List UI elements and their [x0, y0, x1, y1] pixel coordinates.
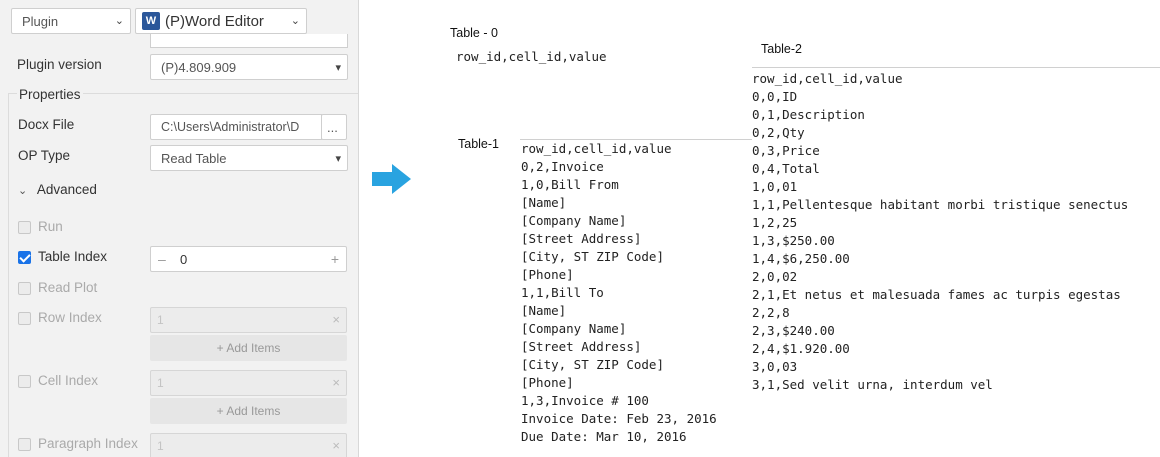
advanced-label: Advanced: [36, 182, 97, 197]
plugin-select-value: (P)Word Editor: [165, 12, 264, 30]
op-type-label: OP Type: [18, 148, 71, 163]
cell-index-input[interactable]: 1 ×: [150, 370, 347, 396]
increment-button[interactable]: +: [331, 251, 339, 267]
table-2-output: row_id,cell_id,value 0,0,ID 0,1,Descript…: [752, 71, 1129, 392]
cell-index-checkbox[interactable]: [18, 375, 31, 388]
chevron-down-icon: ⌄: [114, 15, 124, 27]
run-checkbox[interactable]: [18, 221, 31, 234]
browse-button[interactable]: ...: [321, 114, 347, 140]
plugin-select[interactable]: W (P)Word Editor ⌄: [135, 8, 307, 34]
plugin-version-value: (P)4.809.909: [161, 59, 237, 75]
cell-index-value: 1: [157, 376, 164, 390]
add-items-label: + Add Items: [216, 341, 281, 355]
run-label: Run: [38, 219, 63, 234]
read-plot-checkbox[interactable]: [18, 282, 31, 295]
right-arrow-icon: [372, 164, 411, 194]
op-type-value: Read Table: [161, 150, 227, 166]
plugin-version-label: Plugin version: [17, 57, 102, 72]
table-1-title: Table-1: [458, 137, 499, 151]
paragraph-index-label: Paragraph Index: [38, 436, 138, 451]
table-1-output: row_id,cell_id,value 0,2,Invoice 1,0,Bil…: [521, 141, 717, 444]
cell-add-items-button[interactable]: + Add Items: [150, 398, 347, 424]
plugin-settings-panel: Plugin ⌄ W (P)Word Editor ⌄ Plugin versi…: [0, 0, 359, 457]
plugin-version-select[interactable]: (P)4.809.909 ▾: [150, 54, 348, 80]
word-icon: W: [142, 12, 160, 30]
browse-label: ...: [327, 119, 338, 135]
decrement-button[interactable]: –: [158, 251, 166, 267]
chevron-down-icon: ⌄: [18, 185, 28, 197]
table-2-title: Table-2: [761, 42, 802, 56]
paragraph-index-input[interactable]: 1 ×: [150, 433, 347, 457]
row-index-checkbox[interactable]: [18, 312, 31, 325]
table-0-title: Table - 0: [450, 26, 498, 40]
node-type-value: Plugin: [22, 13, 59, 29]
paragraph-index-value: 1: [157, 439, 164, 453]
table-index-checkbox[interactable]: [18, 251, 31, 264]
table-index-stepper[interactable]: – 0 +: [150, 246, 347, 272]
dropdown-arrow-icon: ▾: [335, 62, 341, 74]
cell-index-label: Cell Index: [38, 373, 99, 388]
clear-icon[interactable]: ×: [332, 312, 340, 327]
table-index-label: Table Index: [38, 249, 108, 264]
row-index-input[interactable]: 1 ×: [150, 307, 347, 333]
clear-icon[interactable]: ×: [332, 438, 340, 453]
docx-file-value: C:\Users\Administrator\D: [161, 120, 300, 134]
properties-label: Properties: [17, 87, 83, 102]
docx-file-label: Docx File: [18, 117, 75, 132]
paragraph-index-checkbox[interactable]: [18, 438, 31, 451]
dropdown-arrow-icon: ▾: [335, 153, 341, 165]
row-add-items-button[interactable]: + Add Items: [150, 335, 347, 361]
table-2-divider: [752, 67, 1160, 68]
advanced-toggle[interactable]: ⌄ Advanced: [18, 182, 97, 197]
docx-file-input[interactable]: C:\Users\Administrator\D: [150, 114, 322, 140]
chevron-down-icon: ⌄: [290, 15, 300, 27]
row-index-value: 1: [157, 313, 164, 327]
add-items-label: + Add Items: [216, 404, 281, 418]
scrolled-field: [150, 34, 348, 48]
read-plot-label: Read Plot: [38, 280, 98, 295]
table-index-value: 0: [180, 252, 188, 267]
op-type-select[interactable]: Read Table ▾: [150, 145, 348, 171]
table-0-output: row_id,cell_id,value: [456, 49, 607, 64]
row-index-label: Row Index: [38, 310, 102, 325]
clear-icon[interactable]: ×: [332, 375, 340, 390]
node-type-select[interactable]: Plugin ⌄: [11, 8, 131, 34]
